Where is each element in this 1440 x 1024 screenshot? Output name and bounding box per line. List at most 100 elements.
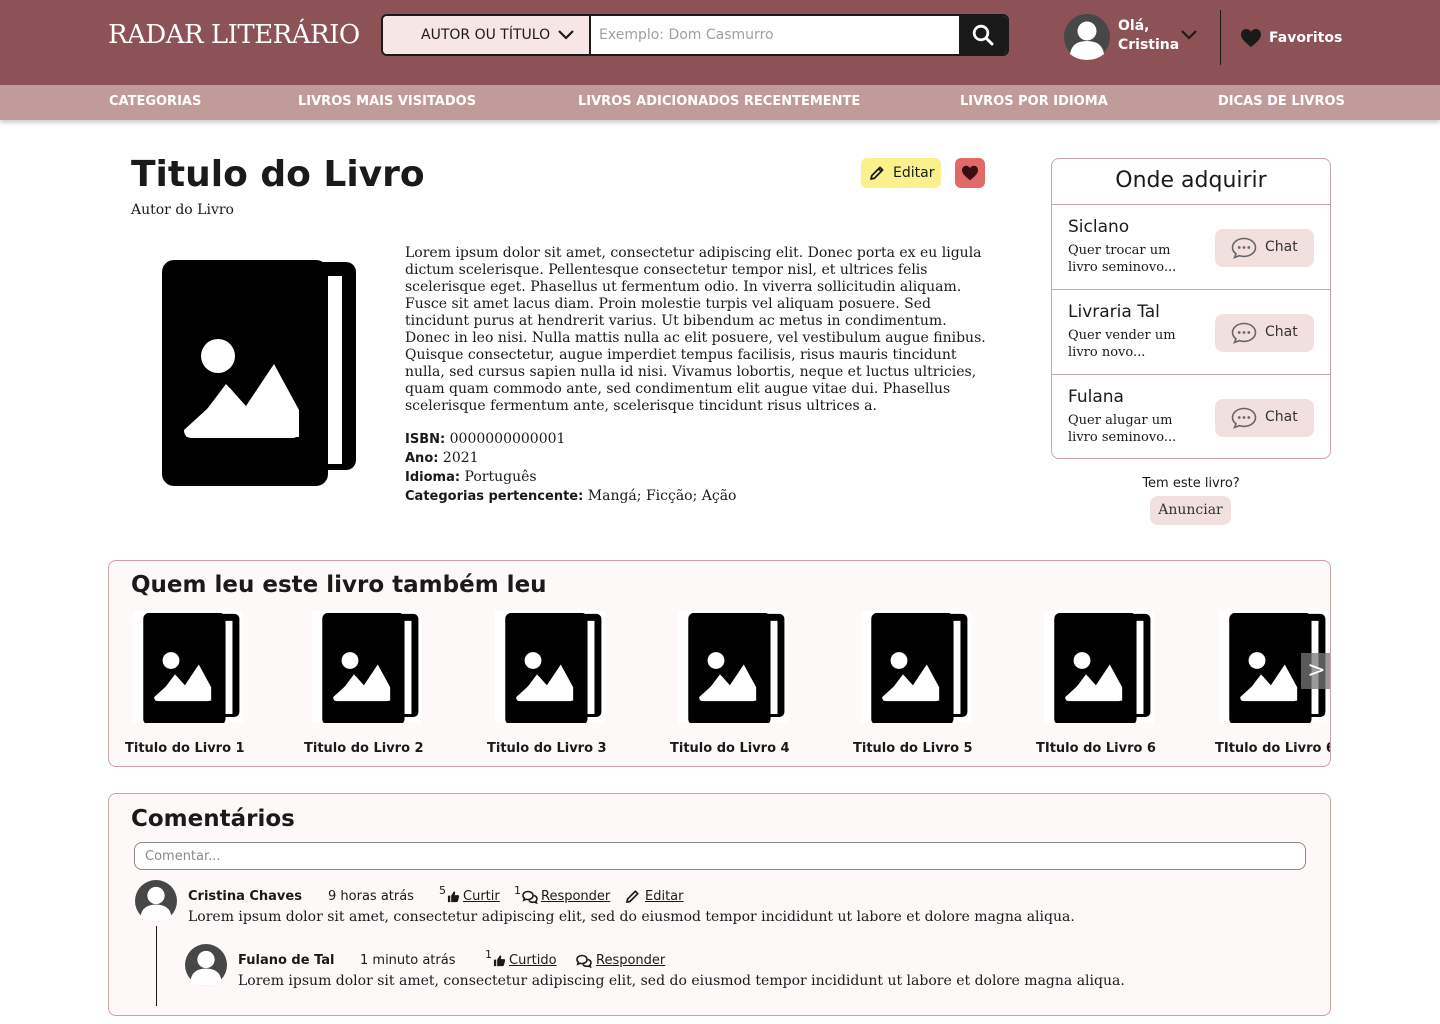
search-type-select[interactable]: AUTOR OU TÍTULO <box>383 16 591 54</box>
seller-message-line: livro seminovo... <box>1068 260 1177 275</box>
seller-name[interactable]: Fulana <box>1068 387 1124 407</box>
nav-item-por-idioma[interactable]: LIVROS POR IDIOMA <box>960 94 1108 109</box>
chat-button[interactable]: Chat <box>1215 314 1314 352</box>
related-book-thumb <box>133 611 243 723</box>
header-bar: RADAR LITERÁRIO AUTOR OU TÍTULO Olá, Cri… <box>0 0 1440 85</box>
reply-label: Responder <box>596 953 666 968</box>
related-book-title: Titulo do Livro 2 <box>304 741 424 756</box>
like-action[interactable]: 5 Curtir <box>439 884 500 904</box>
favorite-book-button[interactable] <box>955 158 985 188</box>
header-divider <box>1220 10 1221 65</box>
chat-bubble-icon <box>1231 407 1257 429</box>
seller-message-line: Quer vender um <box>1068 328 1176 343</box>
thumbs-up-icon <box>493 954 506 967</box>
seller-message-line: Quer alugar um <box>1068 413 1173 428</box>
pencil-icon <box>626 890 639 903</box>
seller-item: Siclano Quer trocar um livro seminovo...… <box>1052 205 1330 290</box>
book-author[interactable]: Autor do Livro <box>131 202 234 218</box>
comment-author[interactable]: Fulano de Tal <box>238 953 335 968</box>
seller-message: Quer alugar um livro seminovo... <box>1068 412 1198 446</box>
favorites-link[interactable]: Favoritos <box>1240 27 1342 49</box>
user-name: Cristina <box>1118 37 1180 53</box>
seller-name[interactable]: Livraria Tal <box>1068 302 1160 322</box>
related-book-card[interactable]: TItulo do Livro 6 <box>1036 611 1174 761</box>
edit-book-button[interactable]: Editar <box>861 158 941 188</box>
related-book-thumb <box>1044 611 1154 723</box>
seller-message-line: Quer trocar um <box>1068 243 1171 258</box>
reply-count: 1 <box>514 884 521 897</box>
edit-book-label: Editar <box>893 165 935 181</box>
comment-text: Lorem ipsum dolor sit amet, consectetur … <box>238 973 1125 989</box>
user-menu[interactable]: Olá, Cristina <box>1062 14 1202 60</box>
heart-icon <box>1241 29 1261 47</box>
image-placeholder-icon <box>678 611 788 723</box>
avatar-icon <box>131 880 181 922</box>
search-input[interactable] <box>593 16 961 54</box>
search-bar: AUTOR OU TÍTULO <box>381 14 1009 56</box>
language-row: Idioma: Português <box>405 468 736 487</box>
image-placeholder-icon <box>133 611 243 723</box>
chat-button[interactable]: Chat <box>1215 229 1314 267</box>
book-cover-image <box>162 260 358 486</box>
seller-item: Livraria Tal Quer vender um livro novo..… <box>1052 290 1330 375</box>
related-book-title: Titulo do Livro 4 <box>670 741 790 756</box>
seller-message: Quer vender um livro novo... <box>1068 327 1198 361</box>
site-logo[interactable]: RADAR LITERÁRIO <box>108 20 360 50</box>
nav-item-mais-visitados[interactable]: LIVROS MAIS VISITADOS <box>298 94 476 109</box>
categories-row: Categorias pertencente: Mangá; Ficção; A… <box>405 487 736 506</box>
image-placeholder-icon <box>861 611 971 723</box>
thumbs-up-icon <box>447 890 460 903</box>
search-icon <box>972 24 994 46</box>
related-book-card[interactable]: Titulo do Livro 5 <box>853 611 991 761</box>
chat-button[interactable]: Chat <box>1215 399 1314 437</box>
comment-item: Cristina Chaves 9 horas atrás 5 Curtir 1… <box>131 880 1311 930</box>
announce-button[interactable]: Anunciar <box>1150 496 1231 525</box>
comment-text: Lorem ipsum dolor sit amet, consectetur … <box>188 909 1075 925</box>
chat-label: Chat <box>1265 324 1298 340</box>
related-book-card[interactable]: Titulo do Livro 4 <box>670 611 808 761</box>
favorites-label: Favoritos <box>1269 30 1343 46</box>
edit-comment-label: Editar <box>645 889 684 904</box>
where-to-buy-panel: Onde adquirir Siclano Quer trocar um liv… <box>1051 158 1331 459</box>
search-button[interactable] <box>959 16 1007 54</box>
chat-label: Chat <box>1265 409 1298 425</box>
avatar-icon <box>181 944 231 986</box>
image-placeholder-icon <box>312 611 422 723</box>
seller-message-line: livro novo... <box>1068 345 1146 360</box>
nav-item-adicionados-recentemente[interactable]: LIVROS ADICIONADOS RECENTEMENTE <box>578 94 860 109</box>
nav-item-dicas[interactable]: DICAS DE LIVROS <box>1218 94 1345 109</box>
like-count: 1 <box>485 948 492 961</box>
reply-action[interactable]: Responder <box>576 953 665 968</box>
comments-title: Comentários <box>131 806 295 832</box>
related-books-section: Quem leu este livro também leu Titulo do… <box>108 560 1331 767</box>
like-count: 5 <box>439 884 446 897</box>
related-book-title: TItulo do Livro 6 <box>1036 741 1156 756</box>
categories-label: Categorias pertencente: <box>405 489 584 504</box>
chevron-down-icon <box>558 30 574 40</box>
chevron-down-icon <box>1181 30 1197 40</box>
like-action[interactable]: 1 Curtido <box>485 948 557 968</box>
avatar-icon <box>1062 14 1112 60</box>
categories-value: Mangá; Ficção; Ação <box>587 488 737 504</box>
carousel-next-button[interactable]: > <box>1301 653 1330 689</box>
seller-message-line: livro seminovo... <box>1068 430 1177 445</box>
seller-name[interactable]: Siclano <box>1068 217 1129 237</box>
related-book-thumb <box>861 611 971 723</box>
heart-icon <box>962 165 978 181</box>
greeting-line: Olá, <box>1118 18 1150 34</box>
reply-action[interactable]: 1 Responder <box>514 884 610 904</box>
edit-comment-action[interactable]: Editar <box>625 889 684 904</box>
comment-author[interactable]: Cristina Chaves <box>188 889 302 904</box>
related-book-card[interactable]: Titulo do Livro 2 <box>304 611 442 761</box>
where-to-buy-title: Onde adquirir <box>1052 159 1330 205</box>
related-books-title: Quem leu este livro também leu <box>131 572 547 598</box>
nav-item-categorias[interactable]: CATEGORIAS <box>109 94 201 109</box>
year-value: 2021 <box>442 450 479 466</box>
related-book-card[interactable]: Titulo do Livro 3 <box>487 611 625 761</box>
seller-item: Fulana Quer alugar um livro seminovo... … <box>1052 375 1330 458</box>
comment-input[interactable] <box>134 842 1306 870</box>
book-description: Lorem ipsum dolor sit amet, consectetur … <box>405 245 986 414</box>
like-label: Curtir <box>463 889 500 904</box>
related-book-card[interactable]: Titulo do Livro 1 <box>125 611 263 761</box>
pencil-icon <box>870 166 884 180</box>
